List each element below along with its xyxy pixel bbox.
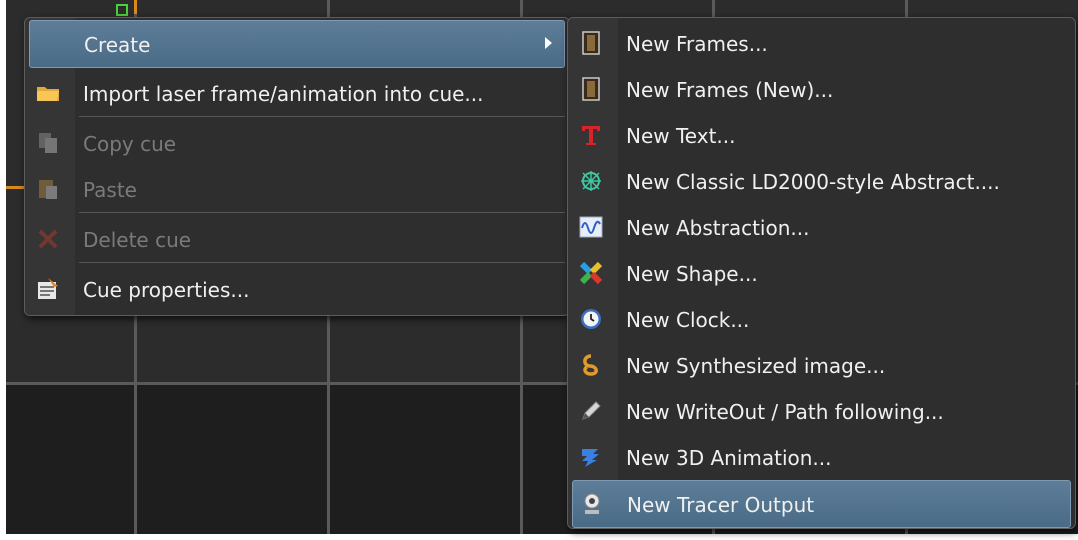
submenu-item-new-tracer-output[interactable]: New Tracer Output [572,480,1071,528]
submenu-item-new-synthesized-image[interactable]: New Synthesized image... [568,342,1075,388]
copy-icon [35,131,61,155]
film-icon [578,77,604,101]
menu-item-label: New Synthesized image... [626,354,886,378]
menu-item-label: New Classic LD2000-style Abstract.... [626,170,1000,194]
properties-icon [35,277,61,301]
shape-icon [578,261,604,285]
menu-separator [79,116,565,117]
menu-item-delete-cue[interactable]: Delete cue [25,216,569,262]
submenu-item-new-text[interactable]: New Text... [568,112,1075,158]
clock-icon [578,307,604,331]
menu-item-label: Paste [83,178,137,202]
menu-item-label: New Tracer Output [627,493,815,517]
menu-item-label: New Shape... [626,262,758,286]
submenu-arrow-icon [545,37,552,49]
waveform-icon [578,215,604,239]
menu-item-label: New Abstraction... [626,216,810,240]
menu-item-label: New Frames... [626,32,768,56]
pen-icon [578,399,604,423]
3d-icon [578,445,604,469]
film-icon [578,31,604,55]
menu-item-label: Copy cue [83,132,177,156]
submenu-item-new-frames[interactable]: New Frames... [568,20,1075,66]
menu-item-create[interactable]: Create [29,20,565,68]
submenu-item-new-frames-new[interactable]: New Frames (New)... [568,66,1075,112]
submenu-item-new-abstraction[interactable]: New Abstraction... [568,204,1075,250]
menu-item-label: Delete cue [83,228,192,252]
menu-item-label: Cue properties... [83,278,250,302]
menu-item-paste[interactable]: Paste [25,166,569,212]
menu-separator [79,262,565,263]
menu-item-label: New WriteOut / Path following... [626,400,944,424]
delete-icon [35,227,61,251]
submenu-item-new-writeout[interactable]: New WriteOut / Path following... [568,388,1075,434]
menu-separator [79,212,565,213]
abstract-classic-icon [578,169,604,193]
cue-context-menu: Create Import laser frame/animation into… [24,17,570,316]
submenu-item-new-3d-animation[interactable]: New 3D Animation... [568,434,1075,480]
menu-item-label: New Clock... [626,308,750,332]
webcam-icon [579,492,605,516]
menu-item-copy-cue[interactable]: Copy cue [25,120,569,166]
menu-item-label: New Text... [626,124,736,148]
submenu-item-new-clock[interactable]: New Clock... [568,296,1075,342]
create-submenu: New Frames... New Frames (New)... New Te… [567,17,1076,529]
submenu-item-new-classic-abstract[interactable]: New Classic LD2000-style Abstract.... [568,158,1075,204]
paste-icon [35,177,61,201]
menu-item-import[interactable]: Import laser frame/animation into cue... [25,70,569,116]
cue-indicator [116,4,128,16]
menu-item-label: New Frames (New)... [626,78,834,102]
submenu-item-new-shape[interactable]: New Shape... [568,250,1075,296]
text-icon [578,123,604,147]
cue-marker [134,0,137,14]
synth-icon [578,353,604,377]
menu-item-cue-properties[interactable]: Cue properties... [25,266,569,312]
folder-icon [35,81,61,105]
menu-item-label: New 3D Animation... [626,446,832,470]
menu-item-label: Create [84,33,151,57]
cue-marker [6,186,26,189]
menu-item-label: Import laser frame/animation into cue... [83,82,484,106]
